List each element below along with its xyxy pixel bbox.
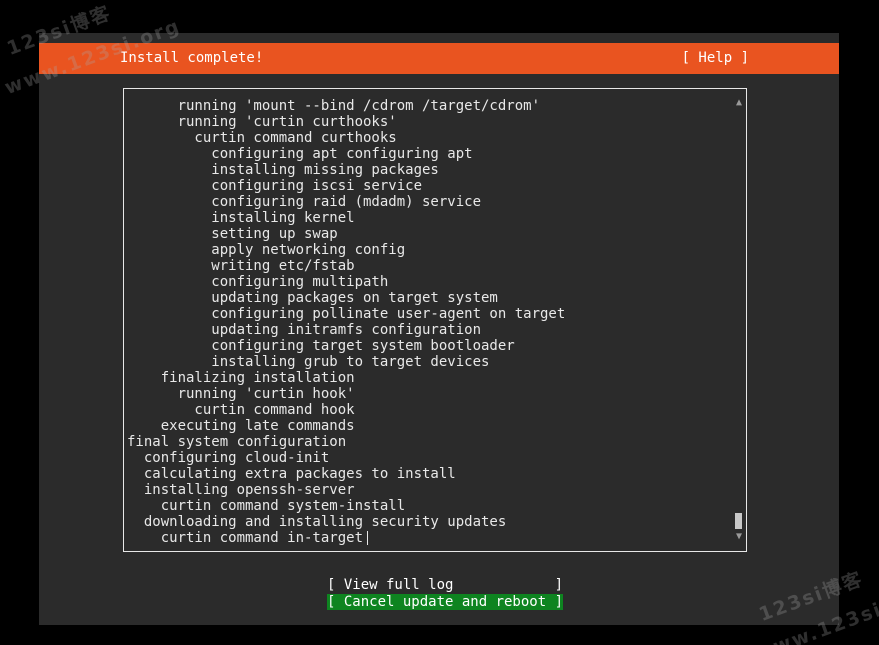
log-line: calculating extra packages to install bbox=[127, 466, 456, 482]
log-line: configuring raid (mdadm) service bbox=[127, 194, 482, 210]
install-log-panel[interactable]: running 'mount --bind /cdrom /target/cdr… bbox=[123, 88, 747, 552]
log-line: installing grub to target devices bbox=[127, 354, 490, 370]
log-line: writing etc/fstab bbox=[127, 258, 355, 274]
scrollbar-thumb[interactable] bbox=[735, 513, 742, 529]
log-line: finalizing installation bbox=[127, 370, 355, 386]
log-line: setting up swap bbox=[127, 226, 338, 242]
log-line: configuring target system bootloader bbox=[127, 338, 515, 354]
log-line: downloading and installing security upda… bbox=[127, 514, 507, 530]
log-line: configuring iscsi service bbox=[127, 178, 423, 194]
log-line: executing late commands bbox=[127, 418, 355, 434]
cancel-update-and-reboot-button[interactable]: [ Cancel update and reboot ] bbox=[327, 594, 564, 610]
view-full-log-button[interactable]: [ View full log ] bbox=[327, 577, 563, 593]
log-line: curtin command system-install bbox=[127, 498, 406, 514]
log-line: final system configuration bbox=[127, 434, 347, 450]
log-lines: running 'mount --bind /cdrom /target/cdr… bbox=[127, 98, 726, 546]
log-line: updating packages on target system bbox=[127, 290, 498, 306]
log-line: updating initramfs configuration bbox=[127, 322, 482, 338]
log-line: running 'mount --bind /cdrom /target/cdr… bbox=[127, 98, 541, 114]
log-line: configuring multipath bbox=[127, 274, 389, 290]
scroll-down-arrow-icon[interactable]: ▼ bbox=[736, 531, 742, 543]
help-button[interactable]: [ Help ] bbox=[682, 50, 749, 66]
text-cursor bbox=[367, 531, 369, 545]
page-title: Install complete! bbox=[120, 50, 264, 66]
log-line: installing kernel bbox=[127, 210, 355, 226]
log-line: configuring apt configuring apt bbox=[127, 146, 473, 162]
log-line: running 'curtin hook' bbox=[127, 386, 355, 402]
log-line-last: curtin command in-target bbox=[127, 530, 726, 546]
log-line: installing openssh-server bbox=[127, 482, 355, 498]
log-line-text: curtin command in-target bbox=[127, 530, 364, 546]
installer-screen: Install complete! [ Help ] running 'moun… bbox=[39, 33, 839, 625]
log-line: curtin command hook bbox=[127, 402, 355, 418]
log-line: configuring pollinate user-agent on targ… bbox=[127, 306, 566, 322]
log-line: apply networking config bbox=[127, 242, 406, 258]
log-line: running 'curtin curthooks' bbox=[127, 114, 397, 130]
log-line: configuring cloud-init bbox=[127, 450, 330, 466]
log-line: installing missing packages bbox=[127, 162, 439, 178]
header-bar: Install complete! [ Help ] bbox=[39, 43, 839, 74]
log-line: curtin command curthooks bbox=[127, 130, 397, 146]
scroll-up-arrow-icon[interactable]: ▲ bbox=[736, 97, 742, 109]
